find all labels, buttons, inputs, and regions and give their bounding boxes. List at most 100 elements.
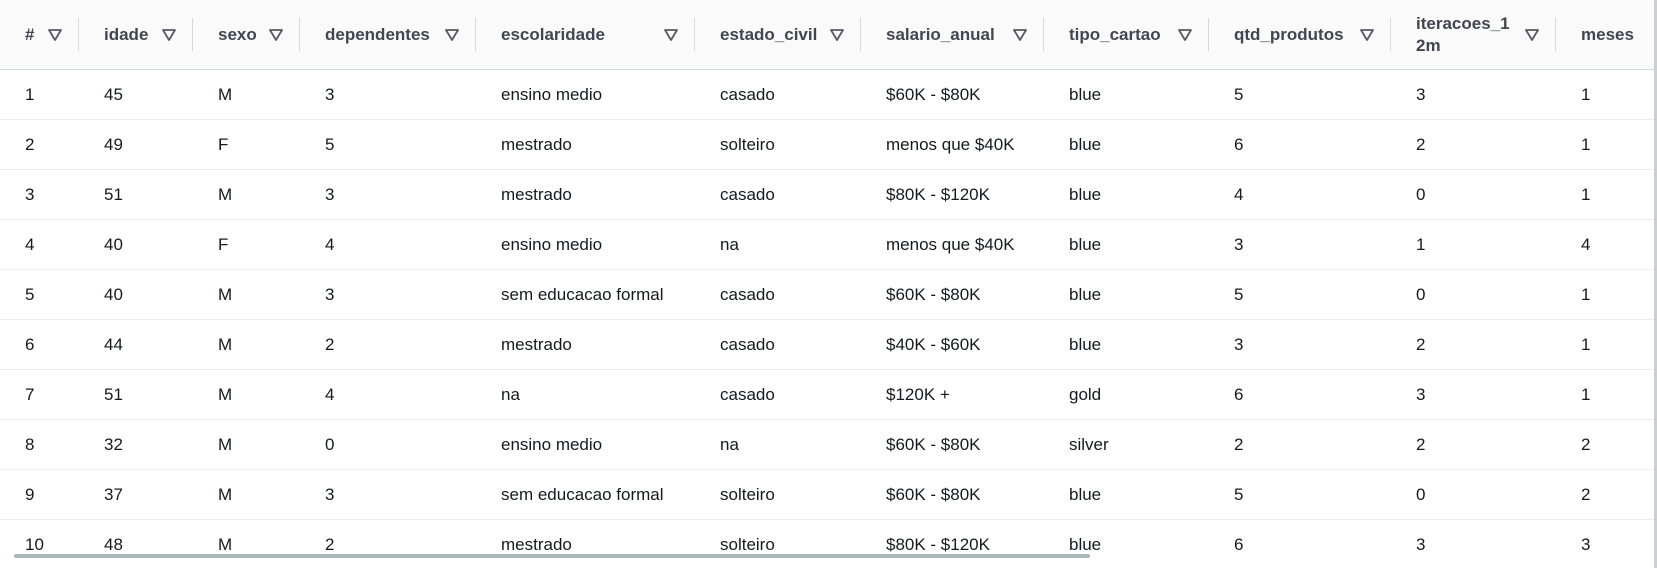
sort-triangle-down-icon[interactable] [161, 27, 177, 43]
column-header-salario-anual[interactable]: salario_anual [861, 0, 1044, 70]
table-cell: mestrado [476, 319, 695, 370]
table-cell: 2 [300, 519, 476, 568]
table-row[interactable]: 3 51 M 3 mestrado casado $80K - $120K blue 4 0 1 [0, 169, 1657, 220]
column-header-dependentes[interactable]: dependentes [300, 0, 476, 70]
column-header-tipo-cartao[interactable]: tipo_cartao [1044, 0, 1209, 70]
sort-triangle-down-icon[interactable] [829, 27, 845, 43]
table-cell: blue [1044, 219, 1209, 270]
sort-triangle-down-icon[interactable] [444, 27, 460, 43]
table-cell: 3 [1209, 319, 1391, 370]
table-row[interactable]: 5 40 M 3 sem educacao formal casado $60K - $80… [0, 269, 1657, 320]
sort-triangle-down-icon[interactable] [268, 27, 284, 43]
results-table-container: # idade sexo dependentes escolaridade estado_… [0, 0, 1657, 568]
table-cell: M [193, 169, 300, 220]
table-cell: 4 [300, 369, 476, 420]
table-cell: 6 [0, 319, 79, 370]
table-cell: $80K - $120K [861, 169, 1044, 220]
column-header-escolaridade[interactable]: escolaridade [476, 0, 695, 70]
column-header-content: # [25, 24, 79, 46]
table-cell: 1 [1391, 219, 1556, 270]
table-cell: $60K - $80K [861, 469, 1044, 520]
table-cell: $60K - $80K [861, 269, 1044, 320]
table-cell: 1 [1556, 69, 1657, 120]
table-cell: 0 [300, 419, 476, 470]
table-cell: 48 [79, 519, 193, 568]
table-row[interactable]: 2 49 F 5 mestrado solteiro menos que $40K blue 6… [0, 119, 1657, 170]
column-header-idade[interactable]: idade [79, 0, 193, 70]
table-cell: 49 [79, 119, 193, 170]
table-row[interactable]: 4 40 F 4 ensino medio na menos que $40K blue 3 1 4 [0, 219, 1657, 270]
table-row[interactable]: 9 37 M 3 sem educacao formal solteiro $60K - $… [0, 469, 1657, 520]
table-cell: M [193, 469, 300, 520]
column-header-content: iteracoes_12m [1416, 13, 1556, 57]
column-header-estado-civil[interactable]: estado_civil [695, 0, 861, 70]
table-header: # idade sexo dependentes escolaridade estado_… [0, 0, 1657, 70]
table-cell: M [193, 519, 300, 568]
table-cell: 51 [79, 169, 193, 220]
column-header-meses[interactable]: meses [1556, 0, 1657, 70]
table-cell: 6 [1209, 119, 1391, 170]
sort-triangle-down-icon[interactable] [1012, 27, 1028, 43]
column-header-content: tipo_cartao [1069, 24, 1209, 46]
table-cell: menos que $40K [861, 119, 1044, 170]
table-cell: menos que $40K [861, 219, 1044, 270]
table-row[interactable]: 1 45 M 3 ensino medio casado $60K - $80K blue 5 3… [0, 69, 1657, 120]
column-header-label: dependentes [325, 24, 430, 44]
table-row[interactable]: 6 44 M 2 mestrado casado $40K - $60K blue 3 2 1 [0, 319, 1657, 370]
table-cell: M [193, 69, 300, 120]
column-header-content: salario_anual [886, 24, 1044, 46]
column-header-qtd-produtos[interactable]: qtd_produtos [1209, 0, 1391, 70]
table-cell: 3 [1209, 219, 1391, 270]
table-cell: 3 [300, 69, 476, 120]
table-cell: na [476, 369, 695, 420]
table-row[interactable]: 8 32 M 0 ensino medio na $60K - $80K silver 2 2 2 [0, 419, 1657, 470]
column-header-label: tipo_cartao [1069, 24, 1161, 44]
table-body: 1 45 M 3 ensino medio casado $60K - $80K blue 5 3… [0, 69, 1657, 568]
table-cell: 5 [1209, 469, 1391, 520]
table-cell: solteiro [695, 519, 861, 568]
table-cell: 2 [1556, 469, 1657, 520]
column-header-content: escolaridade [501, 24, 695, 46]
column-header-label: salario_anual [886, 24, 995, 44]
column-header-row-number[interactable]: # [0, 0, 79, 70]
table-cell: sem educacao formal [476, 269, 695, 320]
table-row[interactable]: 10 48 M 2 mestrado solteiro $80K - $120K blue 6 3… [0, 519, 1657, 568]
horizontal-scrollbar[interactable] [14, 554, 1090, 558]
sort-triangle-down-icon[interactable] [663, 27, 679, 43]
table-cell: ensino medio [476, 419, 695, 470]
table-cell: 5 [1209, 269, 1391, 320]
table-cell: na [695, 419, 861, 470]
table-cell: $60K - $80K [861, 419, 1044, 470]
table-cell: blue [1044, 519, 1209, 568]
table-cell: 5 [0, 269, 79, 320]
sort-triangle-down-icon[interactable] [1359, 27, 1375, 43]
table-cell: 3 [1556, 519, 1657, 568]
table-cell: solteiro [695, 119, 861, 170]
results-table: # idade sexo dependentes escolaridade estado_… [0, 0, 1657, 568]
table-cell: 1 [1556, 169, 1657, 220]
table-cell: $40K - $60K [861, 319, 1044, 370]
table-cell: blue [1044, 169, 1209, 220]
column-header-content: estado_civil [720, 24, 861, 46]
table-cell: 0 [1391, 469, 1556, 520]
table-cell: 1 [0, 69, 79, 120]
table-cell: $60K - $80K [861, 69, 1044, 120]
table-cell: 8 [0, 419, 79, 470]
column-header-iteracoes-12m[interactable]: iteracoes_12m [1391, 0, 1556, 70]
table-cell: 37 [79, 469, 193, 520]
table-cell: 40 [79, 269, 193, 320]
table-cell: 4 [1556, 219, 1657, 270]
table-cell: 32 [79, 419, 193, 470]
column-header-content: qtd_produtos [1234, 24, 1391, 46]
table-cell: 44 [79, 319, 193, 370]
table-cell: gold [1044, 369, 1209, 420]
table-cell: blue [1044, 269, 1209, 320]
column-header-label: qtd_produtos [1234, 24, 1344, 44]
table-row[interactable]: 7 51 M 4 na casado $120K + gold 6 3 1 [0, 369, 1657, 420]
table-cell: M [193, 319, 300, 370]
column-header-sexo[interactable]: sexo [193, 0, 300, 70]
column-header-label: estado_civil [720, 24, 818, 44]
sort-triangle-down-icon[interactable] [1524, 27, 1540, 43]
sort-triangle-down-icon[interactable] [47, 27, 63, 43]
sort-triangle-down-icon[interactable] [1177, 27, 1193, 43]
